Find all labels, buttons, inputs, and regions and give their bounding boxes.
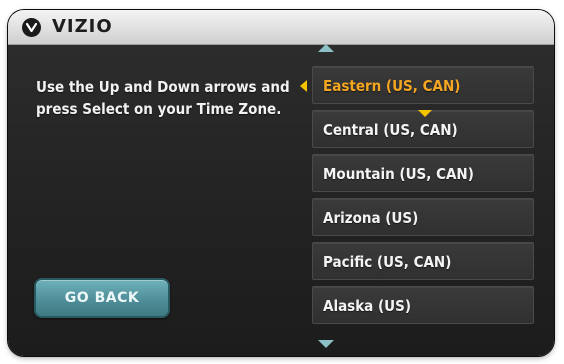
- brand-name: VIZIO: [52, 16, 113, 37]
- timezone-item-alaska[interactable]: Alaska (US): [312, 286, 534, 324]
- timezone-item-arizona[interactable]: Arizona (US): [312, 198, 534, 236]
- timezone-item-pacific[interactable]: Pacific (US, CAN): [312, 242, 534, 280]
- title-bar: VIZIO: [8, 10, 554, 45]
- selection-pointer-icon: [300, 80, 307, 92]
- arrow-up-icon[interactable]: [318, 44, 334, 52]
- tv-menu-window: VIZIO Use the Up and Down arrows and pre…: [8, 10, 554, 356]
- vizio-logo-icon: [22, 18, 41, 37]
- arrow-down-icon[interactable]: [318, 340, 334, 348]
- instructions-text: Use the Up and Down arrows and press Sel…: [36, 78, 290, 118]
- timezone-list: Eastern (US, CAN) Central (US, CAN) Moun…: [312, 66, 534, 330]
- timezone-item-mountain[interactable]: Mountain (US, CAN): [312, 154, 534, 192]
- timezone-item-eastern[interactable]: Eastern (US, CAN): [312, 66, 534, 104]
- go-back-button[interactable]: GO BACK: [34, 278, 170, 318]
- cursor-marker-icon: [418, 110, 432, 117]
